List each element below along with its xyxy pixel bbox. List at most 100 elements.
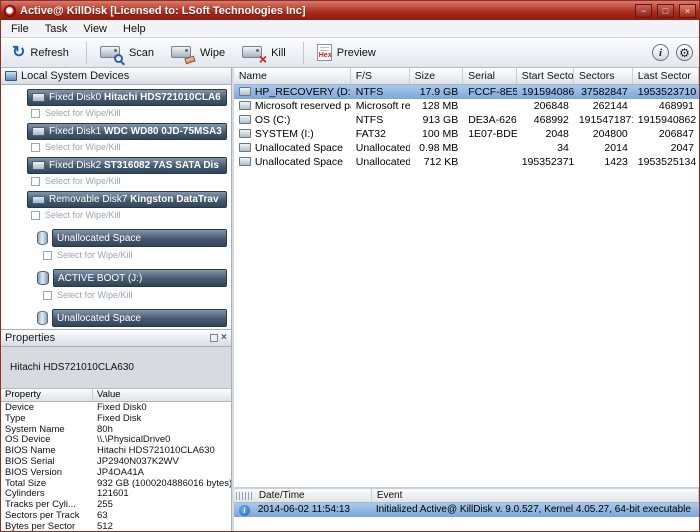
panel-pin-icon[interactable] (210, 334, 218, 342)
column-header-f-s[interactable]: F/S (351, 68, 410, 84)
property-row-system-name: System Name80h (1, 425, 231, 436)
checkbox-icon[interactable] (31, 211, 40, 220)
column-header-start-sector[interactable]: Start Sector (517, 68, 574, 84)
wipe-icon (171, 43, 195, 62)
app-icon (4, 5, 16, 17)
menu-task[interactable]: Task (37, 21, 76, 37)
column-header-last-sector[interactable]: Last Sector (633, 68, 699, 84)
toolbar: ↻ Refresh Scan Wipe × Kill Hex Preview i… (1, 38, 699, 68)
hdd-icon (32, 127, 45, 136)
partition-row-unallocated-space[interactable]: Unallocated SpaceUnallocated712 KB195352… (234, 155, 699, 169)
column-header-sectors[interactable]: Sectors (574, 68, 633, 84)
column-header-serial[interactable]: Serial (463, 68, 517, 84)
menu-help[interactable]: Help (115, 21, 154, 37)
checkbox-icon[interactable] (43, 291, 52, 300)
property-value: 80h (93, 425, 231, 436)
volume-icon (239, 129, 251, 138)
property-row-os-device: OS Device\\.\PhysicalDrive0 (1, 435, 231, 446)
grip-icon (236, 492, 252, 500)
event-column-date-time[interactable]: Date/Time (254, 489, 372, 502)
event-column-event[interactable]: Event (372, 489, 699, 502)
property-name: BIOS Serial (1, 457, 93, 468)
property-value: Fixed Disk (93, 414, 231, 425)
partition-row-unallocated-space[interactable]: Unallocated SpaceUnallocated0.98 MB34201… (234, 141, 699, 155)
property-name: Total Size (1, 479, 93, 490)
property-row-device: DeviceFixed Disk0 (1, 403, 231, 414)
property-name: OS Device (1, 435, 93, 446)
close-button[interactable]: × (679, 4, 696, 18)
property-name: BIOS Name (1, 446, 93, 457)
about-button[interactable]: i (652, 44, 669, 61)
device-label: Fixed Disk0 Hitachi HDS721010CLA6 (49, 92, 221, 103)
checkbox-icon[interactable] (31, 177, 40, 186)
kill-button[interactable]: × Kill (237, 40, 295, 65)
tree-item-unallocated-space[interactable]: Unallocated Space (52, 229, 227, 247)
partition-table-header: NameF/SSizeSerialStart SectorSectorsLast… (234, 68, 699, 85)
select-for-wipe-kill-row[interactable]: Select for Wipe/Kill (43, 288, 231, 302)
tree-item-fixed-disk0[interactable]: Fixed Disk0 Hitachi HDS721010CLA6 (27, 89, 227, 106)
table-empty-area (234, 169, 699, 487)
tree-item-unallocated-space[interactable]: Unallocated Space (52, 309, 227, 327)
property-row-bytes-per-sector: Bytes per Sector512 (1, 522, 231, 531)
property-row-cylinders: Cylinders121601 (1, 489, 231, 500)
select-label: Select for Wipe/Kill (45, 142, 121, 152)
checkbox-icon[interactable] (31, 143, 40, 152)
column-header-size[interactable]: Size (410, 68, 464, 84)
volume-icon (239, 101, 251, 110)
select-for-wipe-kill-row[interactable]: Select for Wipe/Kill (31, 106, 231, 120)
property-row-sectors-per-track: Sectors per Track63 (1, 511, 231, 522)
tree-item-fixed-disk2[interactable]: Fixed Disk2 ST316082 7AS SATA Dis (27, 157, 227, 174)
property-row-bios-version: BIOS VersionJP4OA41A (1, 468, 231, 479)
properties-table: DeviceFixed Disk0TypeFixed DiskSystem Na… (1, 402, 231, 531)
tree-item-active-boot-j[interactable]: ACTIVE BOOT (J:) (53, 269, 227, 287)
property-name: Sectors per Track (1, 511, 93, 522)
maximize-button[interactable]: □ (657, 4, 674, 18)
tree-item-fixed-disk1[interactable]: Fixed Disk1 WDC WD80 0JD-75MSA3 (27, 123, 227, 140)
panel-header-icons: × (210, 334, 227, 342)
tree-item-removable-disk7[interactable]: Removable Disk7 Kingston DataTrav (27, 191, 227, 208)
props-column-property[interactable]: Property (1, 389, 93, 401)
select-for-wipe-kill-row[interactable]: Select for Wipe/Kill (31, 174, 231, 188)
properties-panel-title: Properties (5, 332, 55, 344)
event-row[interactable]: i2014-06-02 11:54:13Initialized Active@ … (234, 503, 699, 517)
menu-file[interactable]: File (3, 21, 37, 37)
partition-row-system-i[interactable]: SYSTEM (I:)FAT32100 MB1E07-BDEB204820480… (234, 127, 699, 141)
property-value: Hitachi HDS721010CLA630 (93, 446, 231, 457)
property-name: System Name (1, 425, 93, 436)
partition-row-microsoft-reserved-par[interactable]: Microsoft reserved par...Microsoft res..… (234, 99, 699, 113)
column-header-name[interactable]: Name (234, 68, 351, 84)
checkbox-icon[interactable] (43, 251, 52, 260)
select-for-wipe-kill-row[interactable]: Select for Wipe/Kill (31, 208, 231, 222)
partition-row-os-c[interactable]: OS (C:)NTFS913 GBDE3A-626E46899219154718… (234, 113, 699, 127)
property-name: BIOS Version (1, 468, 93, 479)
property-row-bios-serial: BIOS SerialJP2940N037K2WV (1, 457, 231, 468)
partition-table: HP_RECOVERY (D:)NTFS17.9 GBFCCF-8E5C1915… (234, 85, 699, 169)
select-for-wipe-kill-row[interactable]: Select for Wipe/Kill (31, 140, 231, 154)
checkbox-icon[interactable] (31, 109, 40, 118)
menu-view[interactable]: View (75, 21, 115, 37)
scan-button[interactable]: Scan (95, 40, 163, 65)
device-label: Fixed Disk2 ST316082 7AS SATA Dis (49, 160, 219, 171)
devices-panel-title: Local System Devices (21, 70, 129, 82)
refresh-button[interactable]: ↻ Refresh (7, 42, 78, 64)
device-label: Fixed Disk1 WDC WD80 0JD-75MSA3 (49, 126, 222, 137)
preview-button[interactable]: Hex Preview (312, 41, 385, 64)
select-label: Select for Wipe/Kill (45, 176, 121, 186)
property-value: Fixed Disk0 (93, 403, 231, 414)
partition-row-hp-recovery-d[interactable]: HP_RECOVERY (D:)NTFS17.9 GBFCCF-8E5C1915… (234, 85, 699, 99)
hex-preview-icon: Hex (317, 44, 332, 61)
settings-button[interactable]: ⚙ (676, 44, 693, 61)
volume-label: ACTIVE BOOT (J:) (58, 273, 142, 284)
window-title: Active@ KillDisk [Licensed to: LSoft Tec… (20, 5, 630, 17)
select-label: Select for Wipe/Kill (45, 210, 121, 220)
panel-close-icon[interactable]: × (221, 334, 227, 342)
left-panel: Local System Devices Fixed Disk0 Hitachi… (1, 68, 232, 531)
volume-label: Unallocated Space (57, 233, 141, 244)
property-value: \\.\PhysicalDrive0 (93, 435, 231, 446)
refresh-icon: ↻ (12, 45, 25, 61)
select-for-wipe-kill-row[interactable]: Select for Wipe/Kill (43, 248, 231, 262)
wipe-button[interactable]: Wipe (166, 40, 234, 65)
minimize-button[interactable]: − (635, 4, 652, 18)
property-value: JP2940N037K2WV (93, 457, 231, 468)
props-column-value[interactable]: Value (93, 389, 231, 401)
